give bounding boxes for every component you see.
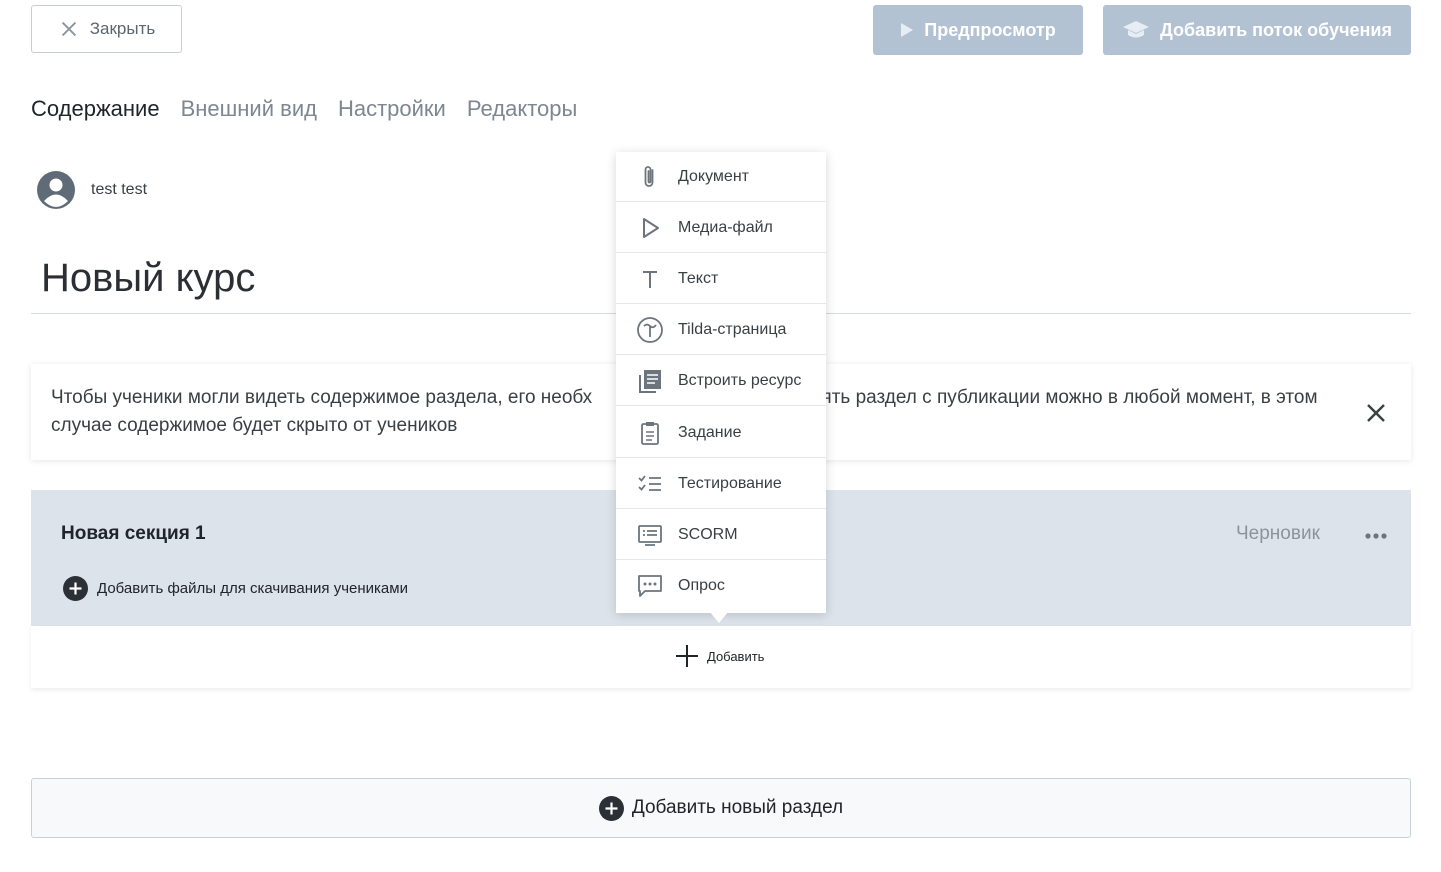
plus-icon [676,645,698,667]
section-title[interactable]: Новая секция 1 [61,523,206,545]
graduation-cap-icon [1123,21,1149,38]
add-button-label: Добавить [707,648,765,664]
course-title[interactable]: Новый курс [41,256,255,301]
add-content-menu: Документ Медиа-файл Текст Tilda-страница… [616,152,826,613]
add-files-button[interactable]: Добавить файлы для скачивания учениками [63,576,408,601]
close-icon [61,21,76,37]
checklist-icon [638,474,661,491]
menu-item-survey[interactable]: Опрос [616,561,826,611]
menu-item-embed[interactable]: Встроить ресурс [616,356,826,406]
chat-icon [638,575,662,597]
add-new-section-button[interactable]: Добавить новый раздел [31,778,1411,838]
add-stream-button[interactable]: Добавить поток обучения [1103,5,1411,55]
add-files-label: Добавить файлы для скачивания учениками [97,580,408,597]
menu-item-label: Документ [678,167,749,185]
menu-pointer [709,611,729,623]
author: test test [37,171,147,209]
add-stream-button-label: Добавить поток обучения [1160,19,1392,40]
menu-item-label: SCORM [678,525,738,543]
banner-close-icon[interactable] [1363,400,1389,426]
add-new-section-label: Добавить новый раздел [631,797,844,818]
text-icon [643,270,657,288]
menu-item-assignment[interactable]: Задание [616,408,826,458]
preview-button-label: Предпросмотр [924,19,1056,40]
menu-item-label: Встроить ресурс [678,371,802,389]
menu-item-media[interactable]: Медиа-файл [616,203,826,253]
menu-item-document[interactable]: Документ [616,152,826,202]
plus-circle-icon [63,576,88,601]
play-icon [643,217,659,238]
close-button[interactable]: Закрыть [31,5,182,53]
plus-circle-icon [598,795,624,821]
tab-content[interactable]: Содержание [31,96,160,122]
more-icon[interactable] [1364,524,1388,548]
menu-item-label: Tilda-страница [678,320,787,338]
menu-item-label: Опрос [678,577,725,594]
author-name: test test [91,181,148,198]
tab-settings[interactable]: Настройки [338,96,446,122]
status-badge: Черновик [1236,523,1320,544]
menu-item-label: Медиа-файл [678,218,773,236]
close-button-label: Закрыть [89,19,156,38]
avatar-icon [37,171,75,209]
tab-appearance[interactable]: Внешний вид [181,96,317,122]
menu-item-text[interactable]: Текст [616,254,826,304]
tabs: Содержание Внешний вид Настройки Редакто… [31,96,577,122]
play-icon [901,23,914,37]
preview-button[interactable]: Предпросмотр [873,5,1083,55]
tab-editors[interactable]: Редакторы [467,96,578,122]
tilda-icon [637,316,663,343]
scorm-icon [638,524,662,546]
banner-text: Чтобы ученики могли видеть содержимое ра… [51,387,593,408]
embed-icon [639,369,661,393]
menu-item-label: Тестирование [678,474,782,492]
menu-item-scorm[interactable]: SCORM [616,510,826,560]
menu-item-tilda[interactable]: Tilda-страница [616,305,826,355]
menu-item-testing[interactable]: Тестирование [616,459,826,509]
menu-item-label: Задание [678,423,742,441]
menu-item-label: Текст [678,269,719,287]
add-button[interactable]: Добавить [675,644,764,668]
clipboard-icon [641,421,659,445]
paperclip-icon [644,165,654,187]
